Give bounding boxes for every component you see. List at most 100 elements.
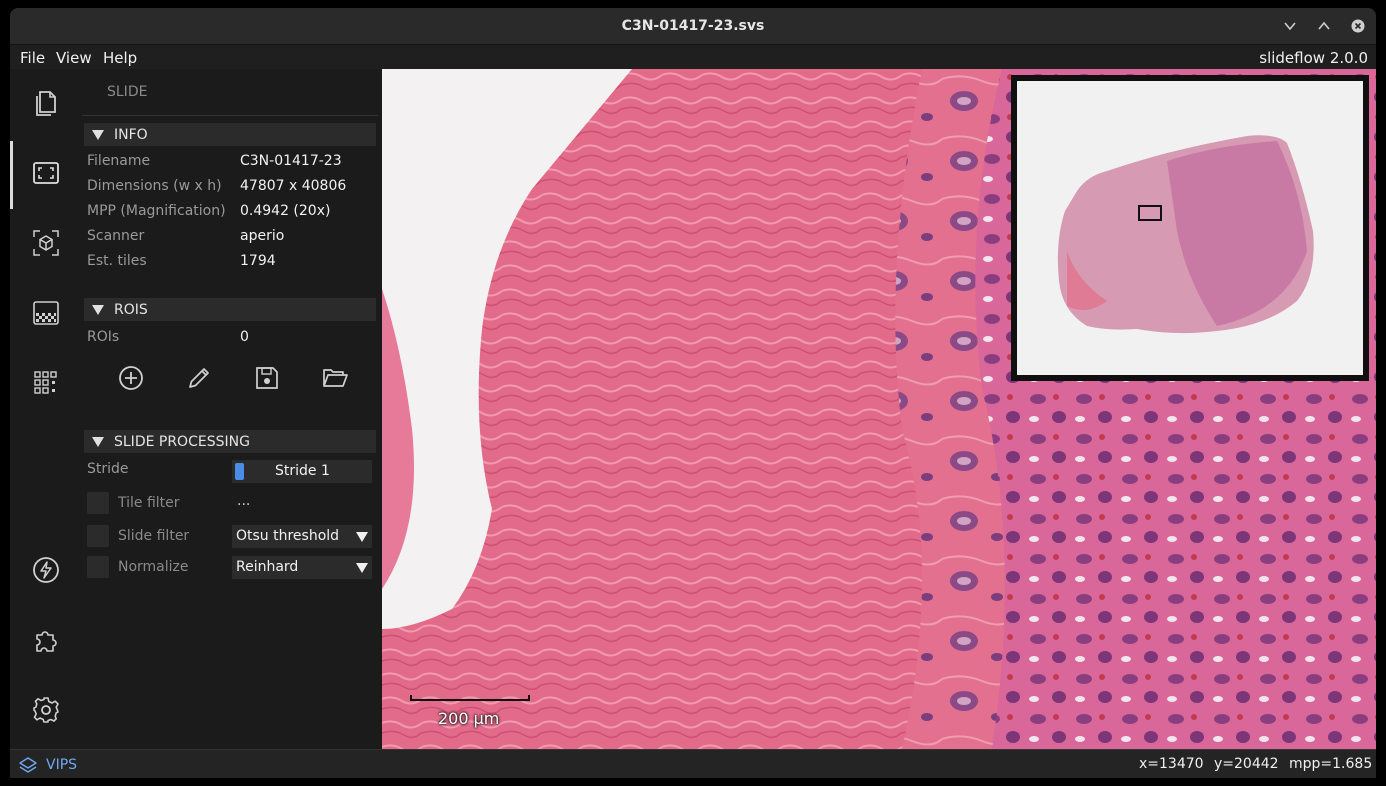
backend-indicator: VIPS — [18, 755, 77, 775]
info-key: Filename — [87, 153, 151, 169]
load-roi-button[interactable] — [318, 361, 352, 395]
sidebar-rail — [10, 69, 82, 749]
rail-item-lightning[interactable] — [28, 552, 64, 588]
active-indicator — [10, 141, 13, 209]
status-bar: VIPS x=13470 y=20442 mpp=1.685 — [10, 749, 1376, 778]
cursor-mpp: mpp=1.685 — [1289, 756, 1373, 772]
info-value: C3N-01417-23 — [240, 153, 342, 169]
section-title: ROIS — [114, 301, 148, 318]
add-circle-icon — [119, 366, 143, 390]
info-value: 0.4942 (20x) — [240, 203, 331, 219]
section-processing-header[interactable]: SLIDE PROCESSING — [84, 430, 376, 453]
slide-panel: SLIDE INFO Filename C3N-01417-23 Dimensi… — [82, 69, 382, 749]
dropdown-arrow-icon — [356, 563, 368, 573]
files-icon — [36, 91, 56, 116]
chevron-up-icon — [1318, 21, 1330, 30]
save-icon — [256, 367, 278, 389]
rois-row-count: ROIs 0 — [87, 327, 377, 349]
app-window: C3N-01417-23.svs File View Help slideflo… — [10, 8, 1376, 778]
minimize-button[interactable] — [1280, 16, 1300, 36]
normalizer-value: Reinhard — [236, 559, 299, 575]
menu-file[interactable]: File — [20, 49, 45, 67]
info-value: 47807 x 40806 — [240, 178, 347, 194]
tile-filter-label: Tile filter — [118, 495, 180, 511]
title-bar: C3N-01417-23.svs — [10, 8, 1376, 45]
rail-item-slide[interactable] — [28, 155, 64, 191]
rail-item-files[interactable] — [28, 85, 64, 121]
section-info-header[interactable]: INFO — [84, 123, 376, 146]
info-row-scanner: Scanner aperio — [87, 226, 377, 248]
rois-value: 0 — [240, 329, 249, 345]
rail-item-model[interactable] — [28, 225, 64, 261]
pencil-icon — [189, 368, 209, 388]
collapse-triangle-icon — [92, 129, 104, 140]
rail-item-mosaic[interactable] — [28, 365, 64, 401]
tile-filter-options-button[interactable]: ... — [237, 493, 250, 509]
slider-handle[interactable] — [235, 463, 244, 480]
cursor-x: x=13470 — [1139, 756, 1204, 772]
menu-view[interactable]: View — [56, 49, 92, 67]
panel-heading: SLIDE — [107, 84, 148, 100]
close-button[interactable] — [1348, 16, 1368, 36]
extensions-puzzle-icon — [36, 631, 57, 652]
info-key: MPP (Magnification) — [87, 203, 226, 219]
dropdown-arrow-icon — [356, 532, 368, 542]
draw-roi-button[interactable] — [182, 361, 216, 395]
add-roi-button[interactable] — [114, 361, 148, 395]
menu-bar: File View Help slideflow 2.0.0 — [10, 45, 1376, 69]
scale-bar — [410, 695, 530, 701]
chevron-down-icon — [1284, 22, 1296, 31]
rail-item-heatmap[interactable] — [28, 295, 64, 331]
info-row-mpp: MPP (Magnification) 0.4942 (20x) — [87, 201, 377, 223]
info-row-filename: Filename C3N-01417-23 — [87, 151, 377, 173]
slide-filter-checkbox[interactable] — [87, 525, 109, 547]
info-key: Dimensions (w x h) — [87, 178, 222, 194]
stride-value: Stride 1 — [275, 463, 330, 479]
thumbnail-tissue — [1057, 135, 1314, 334]
info-key: Scanner — [87, 228, 145, 244]
slide-viewer[interactable]: 200 µm — [382, 69, 1376, 749]
section-title: INFO — [114, 126, 148, 143]
backend-label: VIPS — [46, 757, 78, 773]
normalize-label: Normalize — [118, 559, 189, 575]
normalizer-select[interactable]: Reinhard — [232, 556, 372, 579]
settings-gear-icon — [33, 697, 59, 723]
rois-key: ROIs — [87, 329, 120, 345]
layers-icon — [19, 757, 37, 773]
scale-bar-label: 200 µm — [438, 709, 500, 728]
section-rois-header[interactable]: ROIS — [84, 298, 376, 321]
app-version: slideflow 2.0.0 — [1259, 49, 1368, 67]
menu-help[interactable]: Help — [103, 49, 137, 67]
info-key: Est. tiles — [87, 253, 147, 269]
section-title: SLIDE PROCESSING — [114, 433, 250, 450]
window-title: C3N-01417-23.svs — [621, 18, 765, 34]
viewport-indicator[interactable] — [1138, 205, 1162, 221]
slide-filter-select[interactable]: Otsu threshold — [232, 525, 372, 548]
mosaic-icon — [34, 371, 57, 394]
info-value: 1794 — [240, 253, 276, 269]
close-icon — [1351, 19, 1365, 33]
lightning-icon — [33, 557, 59, 583]
rail-item-settings[interactable] — [28, 692, 64, 728]
roi-toolbar — [82, 361, 382, 395]
folder-open-icon — [323, 369, 348, 387]
normalize-checkbox[interactable] — [87, 556, 109, 578]
maximize-button[interactable] — [1314, 16, 1334, 36]
slide-filter-label: Slide filter — [118, 528, 190, 544]
rail-item-extensions[interactable] — [28, 622, 64, 658]
thumbnail-canvas — [1017, 81, 1363, 375]
slide-filter-value: Otsu threshold — [236, 528, 340, 544]
stride-label: Stride — [87, 461, 129, 477]
model-cube-icon — [33, 230, 59, 256]
slide-thumbnail[interactable] — [1011, 75, 1369, 381]
info-row-tiles: Est. tiles 1794 — [87, 251, 377, 273]
collapse-triangle-icon — [92, 304, 104, 315]
divider — [82, 115, 378, 116]
collapse-triangle-icon — [92, 436, 104, 447]
heatmap-icon — [33, 301, 59, 325]
tile-filter-checkbox[interactable] — [87, 492, 109, 514]
stride-slider[interactable]: Stride 1 — [232, 460, 372, 483]
slide-icon — [33, 162, 59, 184]
save-roi-button[interactable] — [250, 361, 284, 395]
info-value: aperio — [240, 228, 285, 244]
